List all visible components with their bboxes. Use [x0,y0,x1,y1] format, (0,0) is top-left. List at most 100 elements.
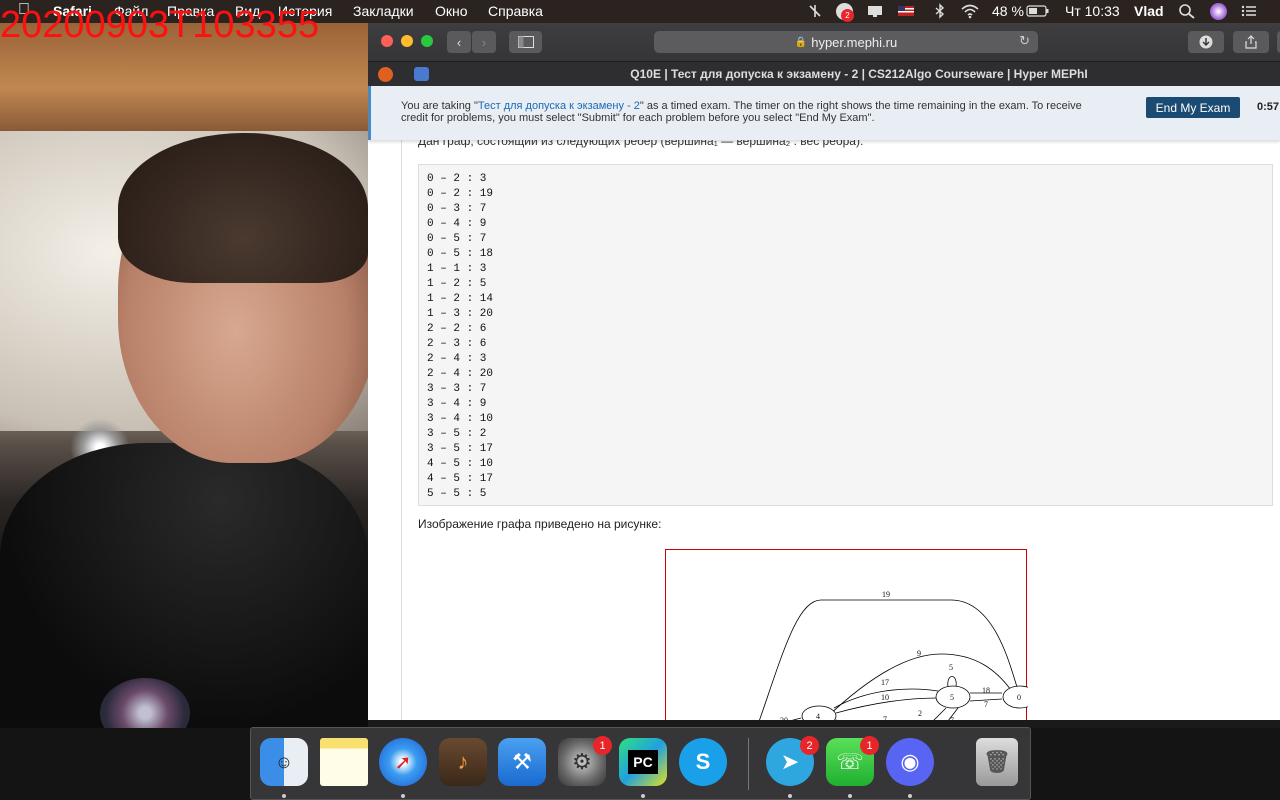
edge-line: 2 – 4 : 3 [427,353,487,365]
screen-share-icon[interactable] [866,3,884,19]
content-divider [401,140,402,720]
siri-icon[interactable] [1210,3,1227,20]
browser-toolbar: ‹ › 🔒 hyper.mephi.ru ↻ [368,23,1280,61]
edge-line: 0 – 2 : 19 [427,188,494,200]
edge-line: 0 – 2 : 3 [427,173,487,185]
notes-icon[interactable] [320,738,368,786]
downloads-button[interactable] [1188,31,1224,53]
dock-separator [748,738,749,790]
safari-icon[interactable]: ➚ [379,738,427,786]
menu-window[interactable]: Окно [435,3,468,19]
spotlight-search-icon[interactable] [1178,3,1196,19]
exam-timer: 0:57: [1257,101,1280,113]
edge-line: 0 – 4 : 9 [427,218,487,230]
mute-icon[interactable] [806,3,824,19]
pycharm-icon[interactable]: PC [619,738,667,786]
exam-link[interactable]: Тест для допуска к экзамену - 2 [478,100,640,112]
page-content: Дан граф, состоящий из следующих ребер (… [368,86,1280,720]
graph-label-9: 9 [917,649,921,658]
graph-label-7b: 7 [950,716,954,720]
edge-line: 3 – 4 : 10 [427,413,494,425]
facetime-badge: 1 [860,736,879,755]
graph-node-label-4: 4 [816,712,820,720]
exam-notice-text: You are taking "Тест для допуска к экзам… [401,100,1101,124]
finder-running-dot [282,794,286,798]
trash-icon[interactable]: 🗑 [976,738,1018,786]
edge-line: 2 – 2 : 6 [427,323,487,335]
share-icon [1245,35,1257,49]
share-button[interactable] [1233,31,1269,53]
notification-icon[interactable]: 2 [836,3,854,22]
close-window-button[interactable] [381,35,393,47]
edge-line: 1 – 3 : 20 [427,308,494,320]
edge-line: 2 – 3 : 6 [427,338,487,350]
telegram-running-dot [788,794,792,798]
chevron-right-icon: › [481,34,487,50]
edge-line: 5 – 5 : 5 [427,488,487,500]
notification-center-icon[interactable] [1240,3,1258,19]
webcam-person-body [0,443,368,728]
edge-line: 1 – 1 : 3 [427,263,487,275]
graph-edge-20 [791,717,802,720]
us-flag-icon[interactable] [897,3,915,19]
system-preferences-badge: 1 [593,736,612,755]
facetime-running-dot [848,794,852,798]
safari-window: ‹ › 🔒 hyper.mephi.ru ↻ Q10E | Тест для д… [368,23,1280,720]
graph-node-label-5: 5 [950,693,954,702]
edge-line: 3 – 5 : 2 [427,428,487,440]
graph-label-7: 7 [984,700,988,709]
forward-button[interactable]: › [472,31,496,53]
edge-line: 0 – 5 : 18 [427,248,494,260]
webcam-timestamp: 20200903T103355 [0,4,320,46]
edge-line: 4 – 5 : 10 [427,458,494,470]
lock-icon: 🔒 [794,36,808,48]
reload-icon[interactable]: ↻ [1019,33,1030,49]
graph-image: 19 9 5 17 10 18 7 2 7 7 20 [665,549,1038,720]
edge-line: 0 – 3 : 7 [427,203,487,215]
graph-caption: Изображение графа приведено на рисунке: [418,517,662,531]
graph-label-18: 18 [982,686,990,695]
dock: ☺ ➚ ♪ ⚒ ⚙ 1 PC S ➤ 2 ☏ 1 ◉ 🗑 [250,727,1031,800]
sidebar-button[interactable] [509,31,542,53]
menu-bookmarks[interactable]: Закладки [353,3,414,19]
active-tab-title[interactable]: Q10E | Тест для допуска к экзамену - 2 |… [438,67,1280,81]
timed-exam-banner: You are taking "Тест для допуска к экзам… [368,86,1280,140]
graph-label-loop-5: 5 [949,663,953,672]
address-text: hyper.mephi.ru [811,34,898,50]
end-my-exam-button[interactable]: End My Exam [1146,97,1240,118]
edge-line: 3 – 4 : 9 [427,398,487,410]
minimize-window-button[interactable] [401,35,413,47]
battery-percent: 48 % [992,3,1024,19]
graph-label-20: 20 [780,716,788,720]
sidebar-icon [517,36,534,48]
xcode-icon[interactable]: ⚒ [498,738,546,786]
edge-line: 0 – 5 : 7 [427,233,487,245]
discord-icon[interactable]: ◉ [886,738,934,786]
zoom-window-button[interactable] [421,35,433,47]
graph-label-7c: 7 [883,715,887,720]
back-button[interactable]: ‹ [447,31,471,53]
clock[interactable]: Чт 10:33 [1065,3,1120,19]
safari-running-dot [401,794,405,798]
webcam-person-hair [118,133,368,283]
user-name[interactable]: Vlad [1134,3,1164,19]
address-bar[interactable]: 🔒 hyper.mephi.ru ↻ [654,31,1038,53]
edge-line: 4 – 5 : 17 [427,473,494,485]
garageband-icon[interactable]: ♪ [439,738,487,786]
finder-icon[interactable]: ☺ [260,738,308,786]
edge-line: 3 – 3 : 7 [427,383,487,395]
menu-help[interactable]: Справка [488,3,543,19]
chevron-left-icon: ‹ [456,34,462,50]
graph-label-10: 10 [881,693,889,702]
wifi-icon[interactable] [960,3,980,19]
skype-icon[interactable]: S [679,738,727,786]
edge-list-box: 0 – 2 : 3 0 – 2 : 19 0 – 3 : 7 0 – 4 : 9 0 –… [418,164,1273,506]
battery-icon[interactable] [1026,3,1050,19]
graph-node-0 [1002,685,1038,709]
download-icon [1199,35,1213,49]
graph-edge-2 [933,707,947,720]
graph-drawing: 19 9 5 17 10 18 7 2 7 7 20 [759,590,1038,720]
pinned-tab-icon[interactable] [378,67,393,82]
bluetooth-icon[interactable] [931,3,949,19]
pinned-chat-tab-icon[interactable] [414,67,429,81]
